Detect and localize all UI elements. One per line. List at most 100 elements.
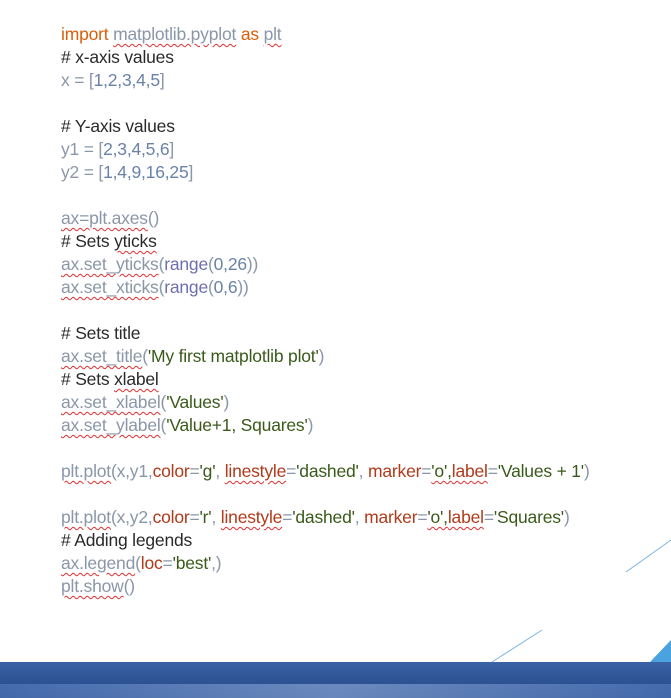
code-token: xlabel	[114, 369, 159, 389]
code-token: yticks	[114, 231, 157, 251]
code-token: # Y-axis values	[61, 116, 175, 136]
code-token: x = [	[61, 70, 94, 90]
code-token: color	[152, 507, 190, 527]
code-token: 'dashed'	[292, 507, 355, 527]
code-token: 'o',	[431, 461, 452, 481]
code-token: ,)	[211, 553, 222, 573]
code-token: ax.set_title	[61, 346, 143, 366]
code-token: y2 = [	[61, 162, 104, 182]
code-line: ax=plt.axes()	[61, 207, 159, 229]
code-line: # Y-axis values	[61, 115, 175, 137]
code-token: ,	[215, 461, 225, 481]
code-token: linestyle	[224, 461, 287, 481]
code-token: ,	[358, 461, 368, 481]
code-token: 'My first matplotlib plot'	[147, 346, 319, 366]
code-token: )	[563, 507, 570, 527]
slide: import matplotlib.pyplot as plt # x-axis …	[0, 0, 671, 698]
code-token: range	[164, 254, 208, 274]
decor-corner-shape	[650, 640, 671, 662]
code-token: ]	[188, 162, 194, 182]
code-line: plt.show()	[61, 575, 135, 597]
code-token: (x,y2,	[110, 507, 153, 527]
footer-stripe	[0, 684, 671, 698]
code-token: (x,y1,	[110, 461, 153, 481]
code-token: 'g'	[199, 461, 216, 481]
code-token: ,	[211, 507, 221, 527]
code-token: ax.legend	[61, 553, 136, 573]
code-token: plt.plot	[61, 507, 111, 527]
code-token: 1,4,9,16,25	[103, 162, 189, 182]
code-line: ax.set_yticks(range(0,26))	[61, 253, 258, 275]
code-token: ))	[237, 277, 249, 297]
code-token: import	[61, 24, 109, 44]
code-token: 'best'	[172, 553, 212, 573]
code-line: ax.set_xlabel('Values')	[61, 391, 229, 413]
code-token: 'o',	[427, 507, 448, 527]
code-token: range	[164, 277, 208, 297]
code-token: ax=plt.axes	[61, 208, 148, 228]
code-token: ()	[123, 576, 135, 596]
code-line: plt.plot(x,y2,color='r', linestyle='dash…	[61, 506, 570, 528]
code-token: 'r'	[199, 507, 212, 527]
code-token: marker	[364, 507, 418, 527]
code-token: ))	[246, 254, 259, 274]
code-line: ax.set_title('My first matplotlib plot')	[61, 345, 324, 367]
decor-line-lower	[491, 629, 543, 663]
code-token: linestyle	[220, 507, 283, 527]
code-token: ,	[354, 507, 365, 527]
code-token: color	[152, 461, 190, 481]
code-token: loc	[140, 553, 163, 573]
code-token: 'Value+1, Squares'	[166, 415, 308, 435]
code-token: =	[189, 461, 200, 481]
code-line: ax.set_ylabel('Value+1, Squares')	[61, 414, 313, 436]
code-token: # Sets title	[61, 323, 141, 343]
code-line: # x-axis values	[61, 46, 174, 68]
code-token: )	[318, 346, 325, 366]
code-token: =	[421, 461, 432, 481]
code-line: y2 = [1,4,9,16,25]	[61, 161, 193, 183]
code-token: ]	[159, 70, 165, 90]
code-token: label	[447, 507, 484, 527]
code-token: ()	[147, 208, 160, 228]
code-token: as	[236, 24, 264, 44]
code-token: =	[189, 507, 200, 527]
code-token: matplotlib.pyplot	[113, 24, 237, 44]
code-token: 1,2,3,4,5	[93, 70, 161, 90]
code-token: =	[483, 507, 494, 527]
code-line: # Sets title	[61, 322, 141, 344]
code-token: )	[583, 461, 590, 481]
code-token: ax.set_xlabel	[61, 392, 161, 412]
code-token: =	[286, 461, 297, 481]
code-line: y1 = [2,3,4,5,6]	[61, 138, 174, 160]
code-token: )	[223, 392, 230, 412]
code-line: plt.plot(x,y1,color='g', linestyle='dash…	[61, 460, 590, 482]
code-token: # Sets	[61, 231, 115, 251]
decor-line-upper	[625, 539, 671, 573]
code-line: import matplotlib.pyplot as plt	[61, 23, 282, 45]
code-token: =	[417, 507, 428, 527]
code-token: marker	[367, 461, 422, 481]
code-token: y1 = [	[61, 139, 104, 159]
code-token: 'Squares'	[493, 507, 564, 527]
code-token: =	[282, 507, 293, 527]
code-token: 'dashed'	[296, 461, 359, 481]
code-token: ax.set_xticks	[61, 277, 159, 297]
code-token: 0,6	[213, 277, 238, 297]
code-line: # Sets yticks	[61, 230, 157, 252]
code-token: # Sets	[61, 369, 115, 389]
code-line: # Sets xlabel	[61, 368, 159, 390]
code-token: ]	[169, 139, 175, 159]
code-token: plt	[263, 24, 282, 44]
code-line: # Adding legends	[61, 529, 192, 551]
code-line: x = [1,2,3,4,5]	[61, 69, 165, 91]
code-token: =	[487, 461, 498, 481]
code-line: ax.set_xticks(range(0,6))	[61, 276, 249, 298]
code-token: ax.set_yticks	[61, 254, 159, 274]
code-token: plt.plot	[61, 461, 111, 481]
code-token: 'Values + 1'	[497, 461, 584, 481]
code-token: 0,26	[213, 254, 247, 274]
code-token: 'Values'	[166, 392, 224, 412]
code-token: 2,3,4,5,6	[103, 139, 170, 159]
code-token: =	[162, 553, 173, 573]
code-token: # x-axis values	[61, 47, 174, 67]
